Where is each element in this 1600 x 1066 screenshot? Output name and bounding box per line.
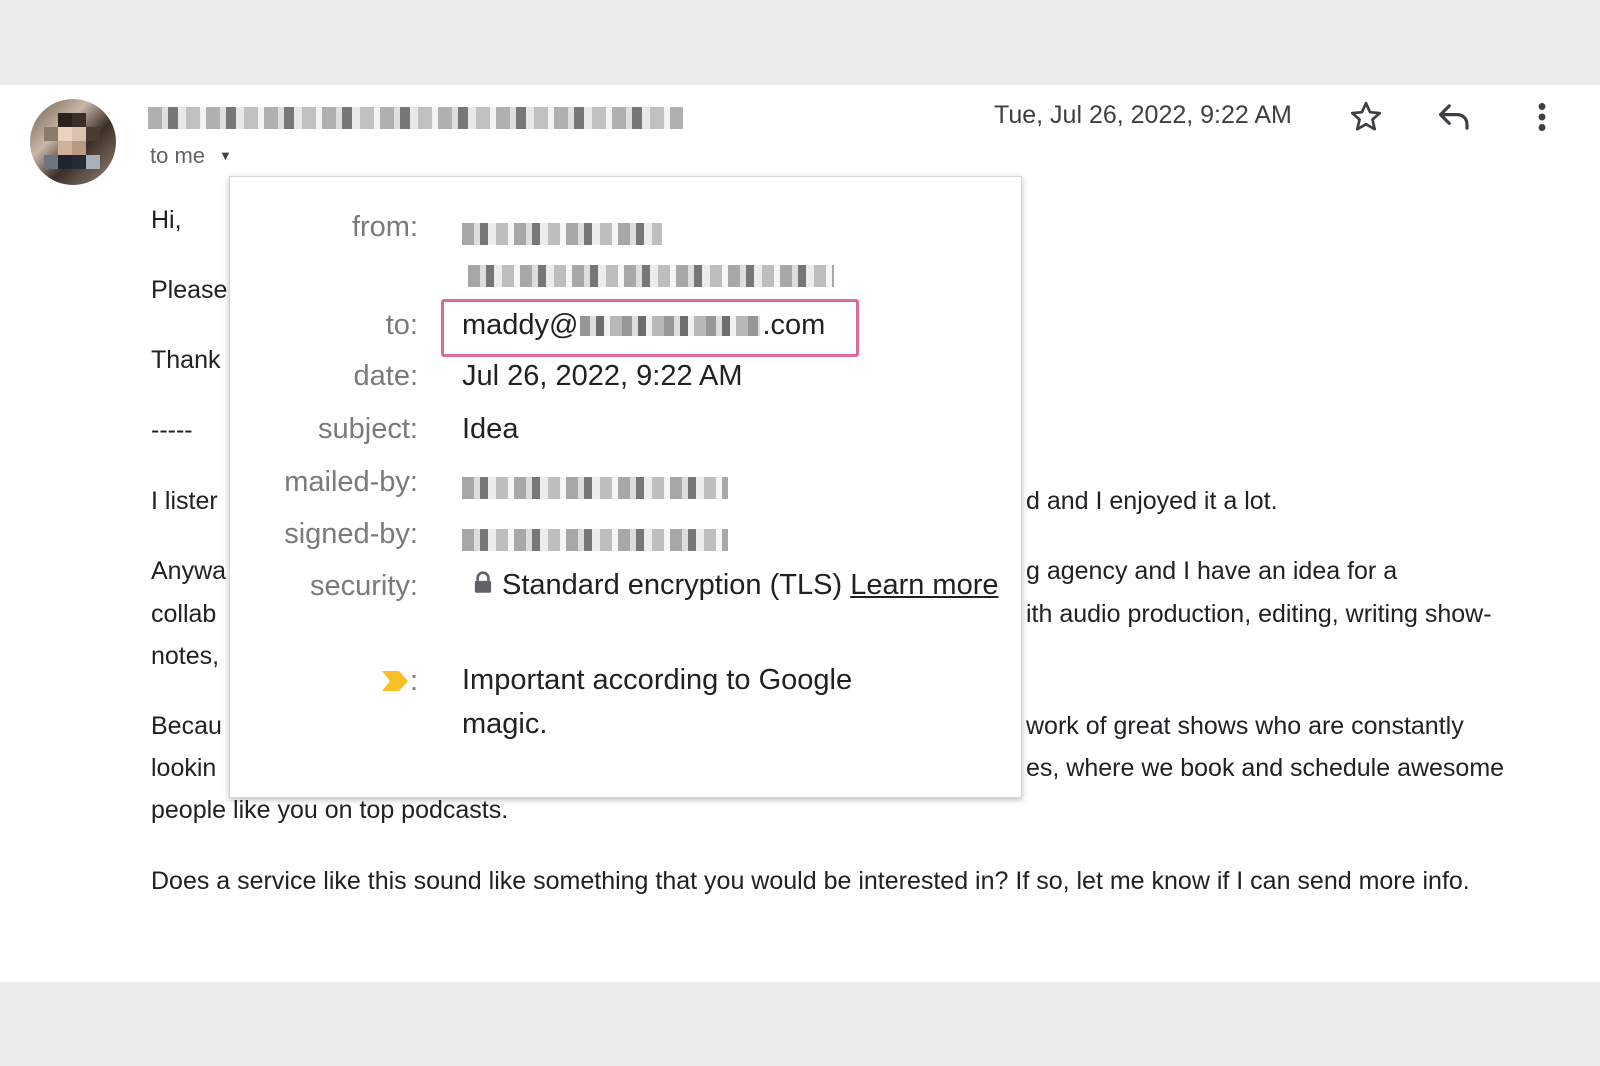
sender-name-redacted [148, 107, 683, 129]
date-value: Jul 26, 2022, 9:22 AM [462, 360, 743, 392]
body-p2-right-1: g agency and I have an idea for a [1026, 557, 1398, 585]
reply-button[interactable] [1430, 93, 1478, 141]
importance-colon: : [409, 665, 418, 697]
mailed-by-redacted [462, 477, 728, 499]
importance-label: : [380, 665, 418, 698]
more-options-button[interactable] [1518, 93, 1566, 141]
from-label: from: [351, 211, 418, 243]
date-label: date: [353, 360, 419, 392]
body-line-please: Please [151, 276, 228, 304]
star-icon [1350, 101, 1382, 131]
body-p2-left-1: Anywa [151, 557, 227, 585]
signed-by-redacted [462, 529, 728, 551]
recipient-summary[interactable]: to me ▼ [150, 143, 232, 167]
greeting-text: Hi, [151, 206, 182, 234]
body-p3-right-1: work of great shows who are constantly [1026, 712, 1464, 740]
to-address-prefix: maddy@ [462, 309, 579, 341]
subject-label: subject: [318, 413, 418, 445]
email-date: Tue, Jul 26, 2022, 9:22 AM [994, 101, 1292, 129]
body-p3-right-2: es, where we book and schedule awesome [1026, 754, 1505, 782]
to-label: to: [385, 309, 418, 341]
importance-value: Important according to Google magic. [462, 664, 853, 740]
subject-value: Idea [462, 413, 519, 445]
more-vert-icon [1538, 103, 1546, 131]
reply-icon [1438, 104, 1469, 130]
lock-icon [474, 571, 492, 593]
from-name-redacted [462, 223, 662, 245]
message-details-popup: from: to: maddy@ .com date: Jul 26, 2022,… [229, 176, 1022, 798]
body-p3-left-1: Becau [151, 712, 222, 740]
security-label: security: [310, 570, 418, 602]
body-p3-left-2: lookin [151, 754, 217, 782]
signed-by-label: signed-by: [284, 518, 418, 550]
to-domain-redacted [580, 316, 761, 337]
to-address[interactable]: maddy@ .com [462, 309, 825, 342]
security-value: Standard encryption (TLS) [502, 569, 843, 601]
body-p2-left-2: collab [151, 600, 217, 628]
from-address-redacted [468, 265, 834, 287]
body-separator: ----- [151, 416, 193, 444]
body-p2-right-2: ith audio production, editing, writing s… [1026, 600, 1492, 628]
body-p1-left: I lister [151, 487, 218, 515]
importance-marker-icon [381, 671, 408, 691]
security-value-block: Standard encryption (TLS) Learn more [462, 563, 1002, 607]
learn-more-link[interactable]: Learn more [850, 569, 998, 601]
body-p4: Does a service like this sound like some… [151, 867, 1470, 895]
to-address-suffix: .com [762, 309, 826, 341]
body-p2-left-3: notes, [151, 642, 220, 670]
caret-down-icon[interactable]: ▼ [219, 145, 232, 167]
to-me-label: to me [150, 143, 206, 167]
star-button[interactable] [1342, 93, 1390, 141]
body-line-thanks: Thank [151, 346, 221, 374]
sender-avatar[interactable] [30, 99, 116, 185]
mailed-by-label: mailed-by: [284, 466, 418, 498]
body-p1-right: d and I enjoyed it a lot. [1026, 487, 1278, 515]
